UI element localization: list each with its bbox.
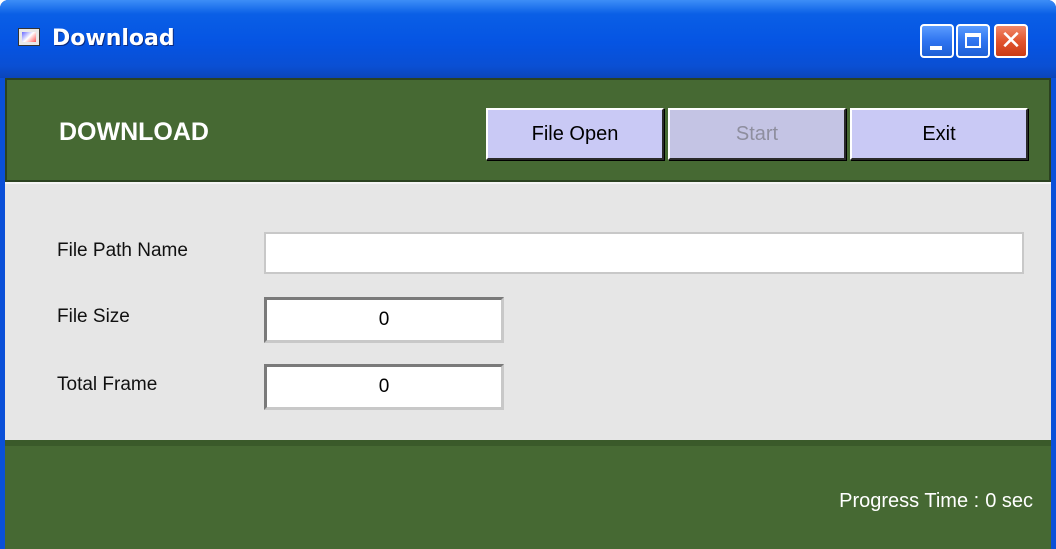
close-icon: ✕ [1000,26,1022,56]
exit-button[interactable]: Exit [850,108,1028,160]
total-frame-field: 0 [264,364,504,410]
download-window: Download ✕ DOWNLOAD File Open Start Exit… [0,0,1056,549]
file-size-label: File Size [57,306,130,327]
minimize-button[interactable] [920,24,954,58]
maximize-icon [965,33,981,48]
window-title: Download [52,26,175,51]
footer-band: Progress Time :0 sec [5,440,1051,549]
file-path-label: File Path Name [57,240,188,261]
start-button[interactable]: Start [668,108,846,160]
file-open-button[interactable]: File Open [486,108,664,160]
file-size-field: 0 [264,297,504,343]
window-client-area: DOWNLOAD File Open Start Exit File Path … [5,78,1051,549]
header-band: DOWNLOAD File Open Start Exit [5,78,1051,182]
form-area: File Path Name File Size 0 Total Frame 0 [5,182,1051,444]
progress-time-value: 0 sec [985,490,1033,512]
maximize-button[interactable] [956,24,990,58]
app-icon[interactable] [18,28,40,46]
progress-time-status: Progress Time :0 sec [839,490,1033,513]
total-frame-label: Total Frame [57,374,158,395]
header-title: DOWNLOAD [59,118,209,146]
title-bar[interactable]: Download ✕ [0,0,1056,78]
close-button[interactable]: ✕ [994,24,1028,58]
file-path-field[interactable] [264,232,1024,274]
minimize-icon [930,46,942,50]
progress-time-label: Progress Time : [839,490,980,512]
